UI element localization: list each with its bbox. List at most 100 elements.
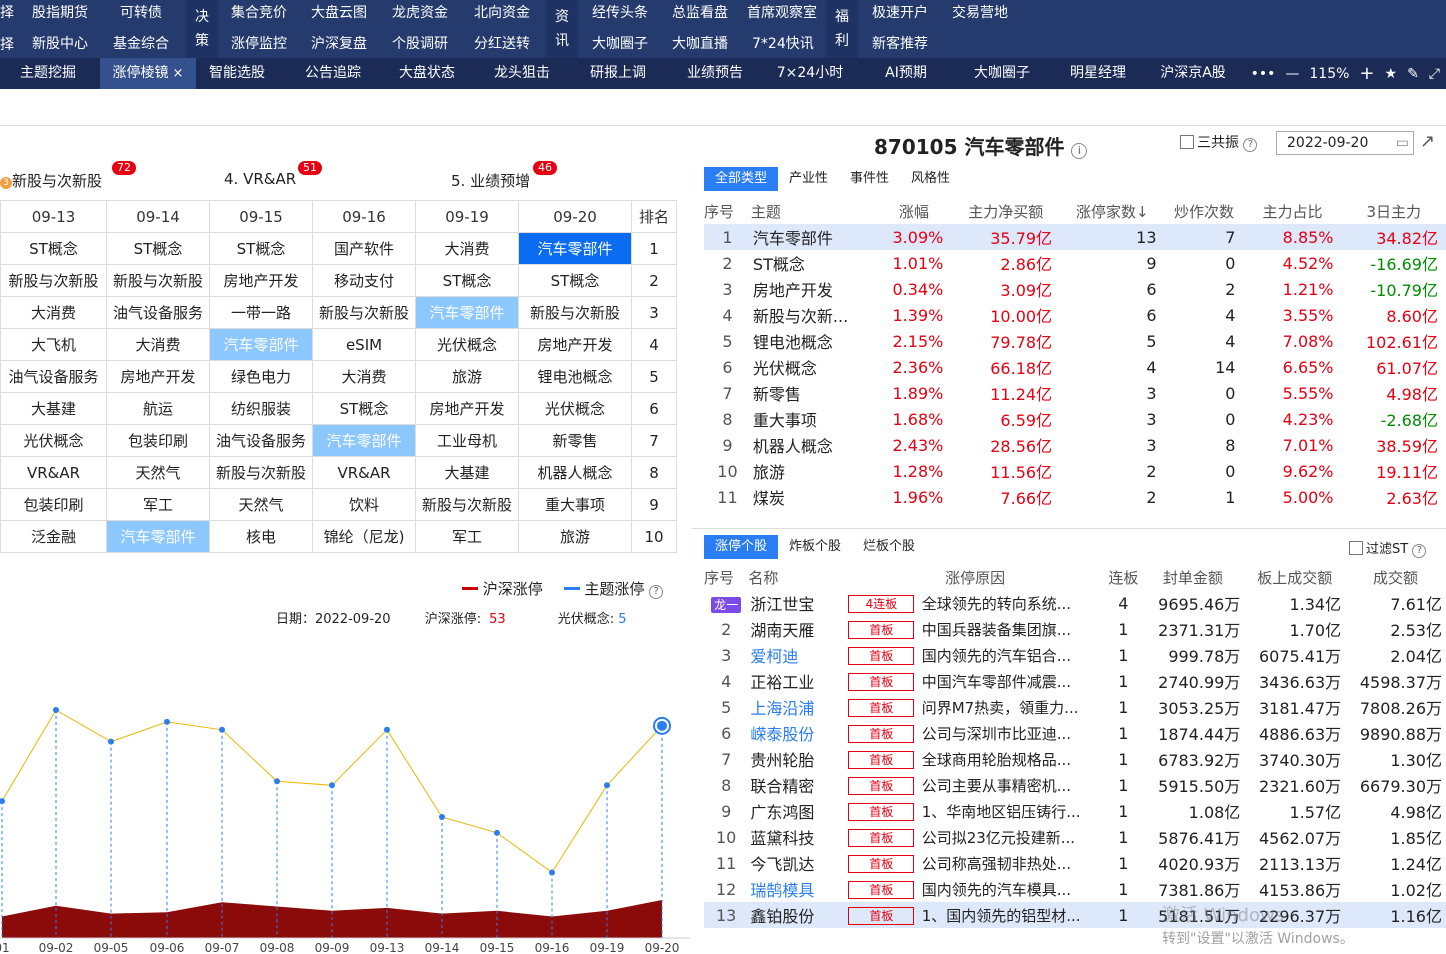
column-header[interactable]: 涨幅 [877, 198, 952, 224]
date-picker[interactable]: 2022-09-20 ▭ [1276, 131, 1414, 155]
table-row[interactable]: 10 蓝黛科技 首板 公司拟23亿元投建新... 1 5876.41万 4562.07万 1.… [704, 824, 1446, 850]
menu-item[interactable]: 分红送转 [474, 33, 530, 53]
table-row[interactable]: 11 煤炭 1.96% 7.66亿 2 1 5.00% 2.63亿 [704, 484, 1446, 510]
share-icon[interactable]: ↗ [1420, 131, 1435, 152]
rank-cell[interactable]: ST概念 [415, 264, 519, 297]
table-row[interactable]: 6 光伏概念 2.36% 66.18亿 4 14 6.65% 61.07亿 [704, 354, 1446, 380]
filter-st[interactable]: 过滤ST ? [1349, 538, 1427, 558]
rank-cell[interactable]: 工业母机 [415, 424, 519, 457]
rank-cell[interactable]: ST概念 [106, 232, 210, 265]
rank-cell[interactable]: 核电 [209, 520, 313, 553]
rank-cell[interactable]: 国产软件 [312, 232, 416, 265]
rank-cell[interactable]: 天然气 [106, 456, 210, 489]
rank-cell[interactable]: 新股与次新股 [106, 264, 210, 297]
menu-item[interactable]: 股指期货 [32, 2, 88, 22]
rank-cell[interactable]: 大消费 [415, 232, 519, 265]
help-icon[interactable]: ? [1412, 544, 1427, 558]
data-point[interactable] [439, 813, 445, 820]
menu-item[interactable]: 交易营地 [952, 2, 1008, 22]
rank-cell[interactable]: 军工 [415, 520, 519, 553]
table-row[interactable]: 2 ST概念 1.01% 2.86亿 9 0 4.52% -16.69亿 [704, 250, 1446, 276]
table-row[interactable]: 1 汽车零部件 3.09% 35.79亿 13 7 8.85% 34.82亿 [704, 224, 1446, 250]
top-theme-2[interactable]: 4. VR&AR 51 [224, 161, 322, 188]
rank-cell[interactable]: 旅游 [415, 360, 519, 393]
rank-cell[interactable]: 新股与次新股 [312, 296, 416, 329]
data-point[interactable] [53, 706, 59, 713]
rank-cell[interactable]: 锦纶（尼龙) [312, 520, 416, 553]
rank-cell[interactable]: 大消费 [106, 328, 210, 361]
help-icon[interactable]: ? [649, 585, 664, 599]
table-row[interactable]: 9 广东鸿图 首板 1、华南地区铝压铸行... 1 1.08亿 1.57亿 4.98亿 [704, 798, 1446, 824]
more-icon[interactable]: ••• [1251, 66, 1276, 82]
checkbox-icon[interactable] [1180, 135, 1194, 149]
rank-cell[interactable]: ST概念 [209, 232, 313, 265]
menu-group-juece[interactable]: 决策 [186, 0, 218, 58]
tab-mingxing[interactable]: 明星经理 [1056, 58, 1140, 89]
table-row[interactable]: 3 房地产开发 0.34% 3.09亿 6 2 1.21% -10.79亿 [704, 276, 1446, 302]
column-header[interactable]: 连板 [1105, 564, 1141, 590]
rank-cell[interactable]: 大飞机 [0, 328, 107, 361]
rank-cell[interactable]: 房地产开发 [106, 360, 210, 393]
table-row[interactable]: 12 瑞鹄模具 首板 国内领先的汽车模具... 1 7381.86万 4153.86万 1.0… [704, 876, 1446, 902]
rank-cell[interactable]: 油气设备服务 [0, 360, 107, 393]
menu-item[interactable]: 首席观察室 [747, 2, 817, 22]
top-theme-1[interactable]: 3 新股与次新股 72 [0, 161, 136, 191]
rank-cell[interactable]: 房地产开发 [415, 392, 519, 425]
column-header[interactable]: 板上成交额 [1244, 564, 1345, 590]
tab-longtou[interactable]: 龙头狙击 [480, 58, 564, 89]
checkbox-icon[interactable] [1349, 541, 1363, 555]
rank-cell[interactable]: 新股与次新股 [518, 296, 632, 329]
menu-item[interactable]: 北向资金 [474, 2, 530, 22]
rank-cell[interactable]: 包装印刷 [106, 424, 210, 457]
menu-item[interactable]: 新股中心 [32, 33, 88, 53]
tab-dapan[interactable]: 大盘状态 [384, 58, 470, 89]
rank-cell[interactable]: 汽车零部件 [518, 232, 632, 265]
rank-cell[interactable]: 汽车零部件 [312, 424, 416, 457]
rank-cell[interactable]: 大消费 [312, 360, 416, 393]
zoom-out-icon[interactable]: — [1285, 66, 1299, 82]
table-row[interactable]: 7 新零售 1.89% 11.24亿 3 0 5.55% 4.98亿 [704, 380, 1446, 406]
menu-item[interactable]: 新客推荐 [872, 33, 928, 53]
fullscreen-icon[interactable]: ⤢ [1429, 66, 1440, 82]
menu-item[interactable]: 集合竞价 [231, 2, 287, 22]
column-header[interactable]: 序号 [704, 564, 748, 590]
column-header[interactable]: 序号 [704, 198, 751, 224]
column-header[interactable]: 3日主力 [1342, 198, 1446, 224]
rank-cell[interactable]: ST概念 [312, 392, 416, 425]
rank-cell[interactable]: 油气设备服务 [209, 424, 313, 457]
data-point[interactable] [494, 829, 500, 836]
category-tab[interactable]: 全部类型 [704, 167, 779, 191]
rank-cell[interactable]: 新股与次新股 [0, 264, 107, 297]
rank-cell[interactable]: 新股与次新股 [415, 488, 519, 521]
table-row[interactable]: 11 今飞凯达 首板 公司称高强韧非热处... 1 4020.93万 2113.13万 1.2… [704, 850, 1446, 876]
table-row[interactable]: 4 正裕工业 首板 中国汽车零部件减震... 1 2740.99万 3436.63万 4598… [704, 668, 1446, 694]
menu-item[interactable]: 个股调研 [392, 33, 448, 53]
table-row[interactable]: 4 新股与次新... 1.39% 10.00亿 6 4 3.55% 8.60亿 [704, 302, 1446, 328]
stock-tab[interactable]: 炸板个股 [778, 535, 852, 559]
table-row[interactable]: 10 旅游 1.28% 11.56亿 2 0 9.62% 19.11亿 [704, 458, 1446, 484]
rank-cell[interactable]: 重大事项 [518, 488, 632, 521]
rank-cell[interactable]: VR&AR [312, 456, 416, 489]
tab-daka[interactable]: 大咖圈子 [958, 58, 1046, 89]
data-point[interactable] [604, 782, 610, 789]
column-header[interactable]: 主题 [751, 198, 877, 224]
column-header[interactable]: 主力占比 [1243, 198, 1341, 224]
table-row[interactable]: 8 重大事项 1.68% 6.59亿 3 0 4.23% -2.68亿 [704, 406, 1446, 432]
rank-cell[interactable]: 油气设备服务 [106, 296, 210, 329]
rank-cell[interactable]: 大消费 [0, 296, 107, 329]
menu-item[interactable]: 沪深复盘 [311, 33, 367, 53]
rank-cell[interactable]: ST概念 [0, 232, 107, 265]
data-point[interactable] [108, 738, 114, 745]
rank-cell[interactable]: 房地产开发 [209, 264, 313, 297]
tab-gonggao[interactable]: 公告追踪 [290, 58, 376, 89]
rank-cell[interactable]: 房地产开发 [518, 328, 632, 361]
column-header[interactable]: 成交额 [1345, 564, 1446, 590]
menu-item[interactable]: 基金综合 [113, 33, 169, 53]
menu-edge-glyph-2[interactable]: 择 [0, 34, 14, 54]
table-row[interactable]: 7 贵州轮胎 首板 全球商用轮胎规格品... 1 6783.92万 3740.30万 1.30… [704, 746, 1446, 772]
rank-cell[interactable]: 锂电池概念 [518, 360, 632, 393]
rank-cell[interactable]: 纺织服装 [209, 392, 313, 425]
menu-item[interactable]: 可转债 [120, 2, 162, 22]
data-point[interactable] [274, 778, 280, 785]
data-point[interactable] [164, 718, 170, 725]
